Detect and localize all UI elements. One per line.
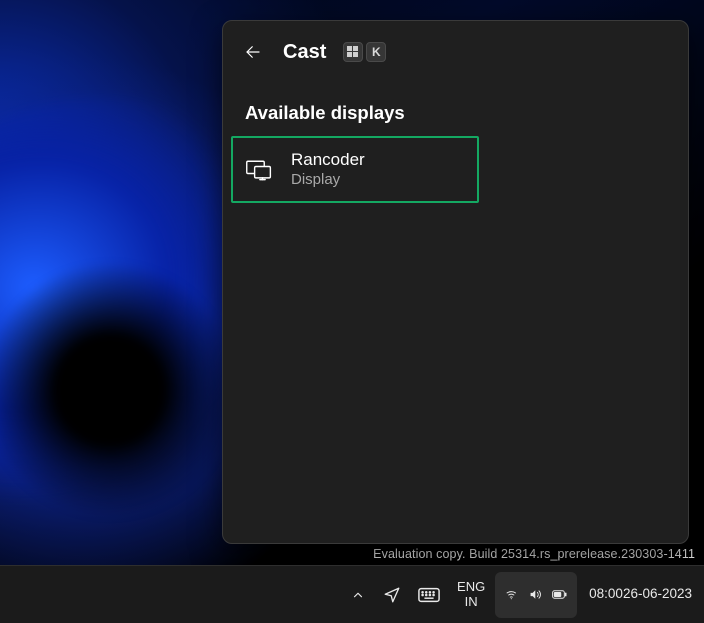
display-device-icon	[245, 156, 273, 184]
battery-icon	[552, 588, 567, 601]
taskbar: ENG IN 08:00 26-06-2023	[0, 565, 704, 623]
windows-key-icon	[343, 42, 363, 62]
quick-settings-button[interactable]	[495, 572, 577, 618]
language-bottom: IN	[465, 595, 478, 609]
tray-overflow-button[interactable]	[343, 572, 373, 618]
taskbar-date: 26-06-2023	[623, 586, 692, 602]
available-displays-heading: Available displays	[223, 78, 688, 134]
k-key-icon: K	[366, 42, 386, 62]
cast-shortcut-hint: K	[343, 42, 386, 62]
keyboard-icon	[418, 587, 440, 603]
cast-flyout-panel: Cast K Available displays Rancode	[222, 20, 689, 544]
cast-header: Cast K	[223, 21, 688, 78]
clock-button[interactable]: 08:00 26-06-2023	[579, 572, 694, 618]
evaluation-watermark: Evaluation copy. Build 25314.rs_prerelea…	[373, 547, 695, 561]
cast-device-text: Rancoder Display	[291, 149, 365, 190]
location-arrow-icon	[383, 586, 401, 604]
cast-device-name: Rancoder	[291, 149, 365, 170]
language-indicator-button[interactable]: ENG IN	[449, 572, 493, 618]
chevron-up-icon	[351, 588, 365, 602]
arrow-left-icon	[244, 43, 262, 61]
cast-device-type: Display	[291, 171, 365, 190]
cast-title: Cast	[283, 41, 326, 64]
system-tray: ENG IN 08:00 26-06-2023	[343, 572, 694, 618]
language-top: ENG	[457, 580, 485, 594]
cast-device-item[interactable]: Rancoder Display	[231, 136, 479, 203]
nearby-sharing-tray-button[interactable]	[375, 572, 409, 618]
back-button[interactable]	[237, 36, 269, 68]
touch-keyboard-button[interactable]	[411, 572, 447, 618]
taskbar-time: 08:00	[589, 586, 623, 602]
volume-icon	[529, 586, 542, 603]
wifi-icon	[505, 586, 518, 603]
